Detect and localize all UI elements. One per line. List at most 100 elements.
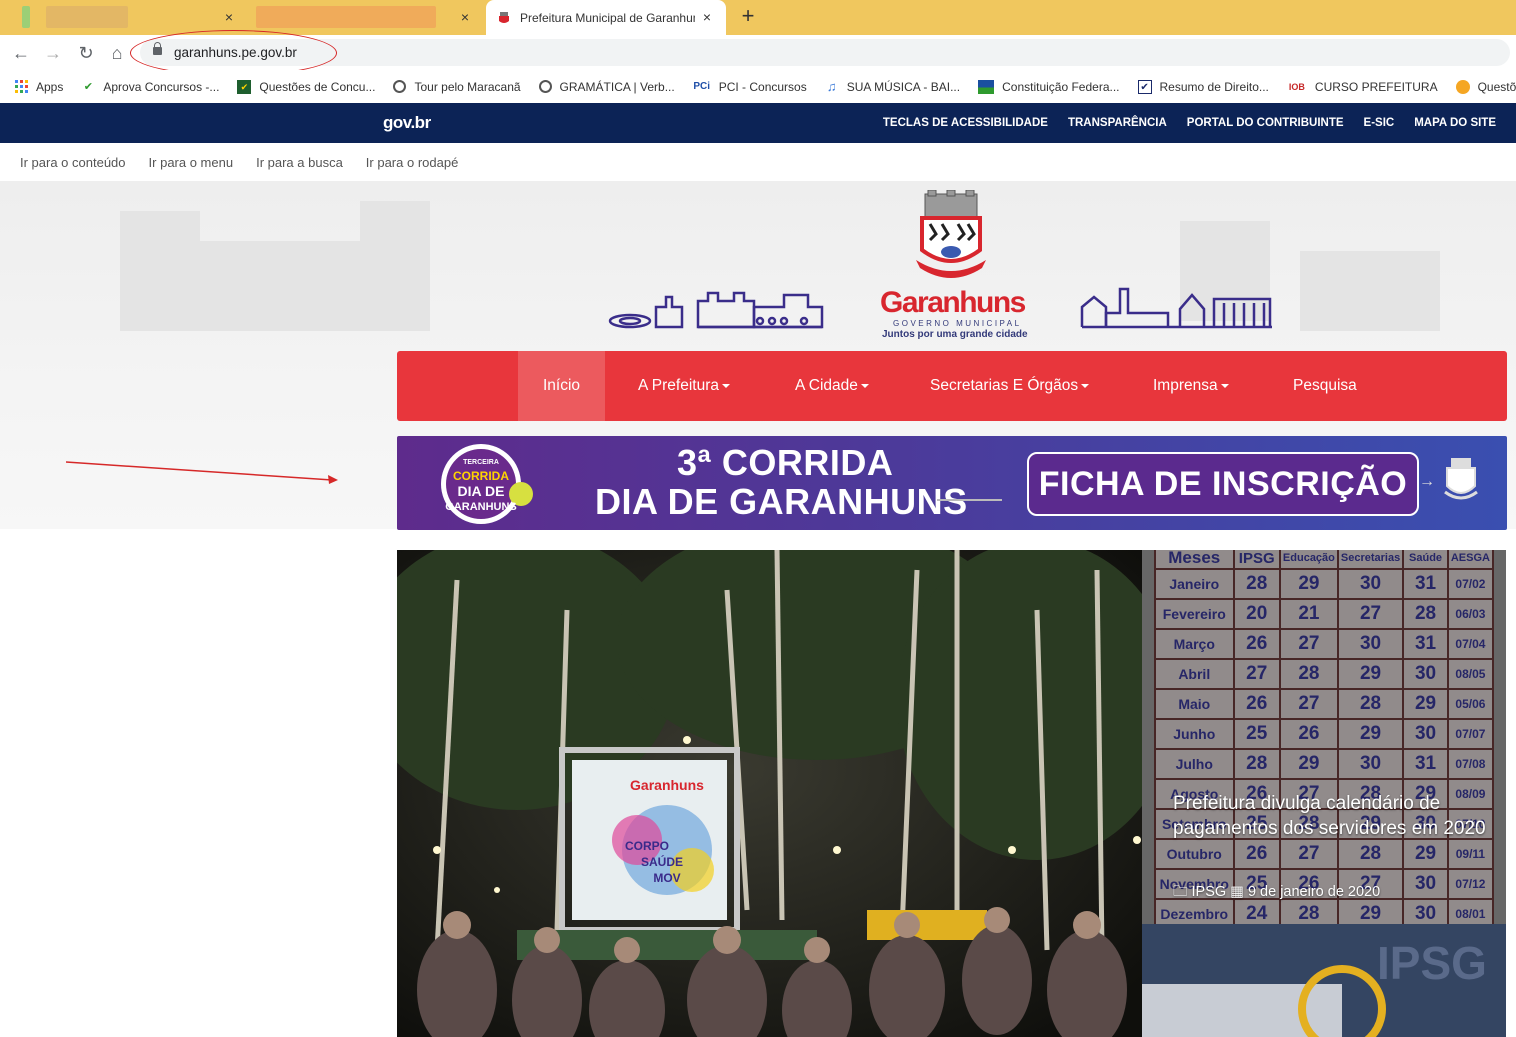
caret-down-icon [1220,383,1229,388]
tab-title: Prefeitura Municipal de Garanhuns [520,10,695,25]
gov-links: TECLAS DE ACESSIBILIDADE TRANSPARÊNCIA P… [883,117,1496,129]
caret-down-icon [722,383,730,388]
browser-tab-active[interactable]: Prefeitura Municipal de Garanhuns × [486,0,726,35]
back-button[interactable]: ← [9,41,33,65]
side-news-meta: 🗀 IPSG ▦ 9 de janeiro de 2020 [1173,881,1380,906]
bookmark-item[interactable]: GRAMÁTICA | Verb... [538,79,675,94]
menu-item-secretarias[interactable]: Secretarias E Órgãos [930,351,1090,421]
bookmark-label: Aprova Concursos -... [103,79,220,94]
bookmark-item[interactable]: ✔ Questões de Concu... [237,79,376,94]
globe-icon [538,80,552,93]
featured-news-image[interactable]: Garanhuns CORPO SAÚDE MOV [397,550,1142,1037]
side-news-title[interactable]: Prefeitura divulga calendário de pagamen… [1173,791,1493,841]
bookmark-label: Tour pelo Maracanã [414,79,521,94]
flag-icon [978,79,995,94]
logo-slogan: Juntos por uma grande cidade [882,329,1028,340]
banner-title-line1: 3ª CORRIDA [677,442,894,483]
close-tab-icon[interactable]: × [698,8,716,26]
photo-backdrop-text-1: Garanhuns [630,777,704,793]
menu-label: Pesquisa [1293,377,1357,394]
bookmark-item[interactable]: PCi PCI - Concursos [693,79,807,94]
corrida-logo-text-1: TERCEIRA [463,459,499,466]
logo-subtitle: GOVERNO MUNICIPAL [893,319,1022,328]
bookmark-label: Resumo de Direito... [1159,79,1269,94]
skip-link-content[interactable]: Ir para o conteúdo [20,155,126,170]
ipsg-sign-text: IPSG [1377,937,1487,989]
govbr-logo[interactable]: gov.br [383,113,431,133]
skip-link-menu[interactable]: Ir para o menu [149,155,234,170]
reload-button[interactable]: ↻ [74,41,98,65]
gov-link-portal-contribuinte[interactable]: PORTAL DO CONTRIBUINTE [1187,117,1344,129]
menu-item-cidade[interactable]: A Cidade [795,351,869,421]
news-date: 9 de janeiro de 2020 [1247,884,1381,900]
close-tab-icon[interactable]: × [456,8,474,26]
garanhuns-favicon-icon [498,11,510,25]
blurred-tab-title [46,6,128,28]
home-button[interactable]: ⌂ [105,41,129,65]
bookmark-item[interactable]: Questões e p [1455,79,1516,94]
corrida-logo-text-4: GARANHUNS [445,501,517,513]
bookmark-item[interactable]: ✔ Resumo de Direito... [1137,79,1269,94]
gov-link-esic[interactable]: E-SIC [1364,117,1395,129]
landmarks-left-icon [608,291,824,329]
bookmark-label: SUA MÚSICA - BAI... [846,79,961,94]
pci-icon: PCi [693,80,711,92]
menu-label: Imprensa [1153,377,1218,394]
corrida-logo-text-3: DIA DE [458,483,505,499]
gov-link-transparencia[interactable]: TRANSPARÊNCIA [1068,117,1167,129]
music-icon: ♫ [826,78,837,94]
skip-link-footer[interactable]: Ir para o rodapé [366,155,459,170]
omnibox[interactable]: garanhuns.pe.gov.br [140,39,1510,66]
ficha-inscricao-button[interactable]: FICHA DE INSCRIÇÃO [1027,452,1419,516]
side-news-card[interactable]: Meses IPSG Educação Secretarias Saúde AE… [1142,550,1506,924]
bookmark-label: Questões de Concu... [259,79,376,94]
forward-button[interactable]: → [41,41,65,65]
menu-label: A Prefeitura [638,377,719,394]
bookmark-item[interactable]: ✔ Aprova Concursos -... [81,79,220,94]
calendar-icon: ▦ [1230,884,1244,900]
bookmark-label: Constituição Federa... [1002,79,1120,94]
menu-item-prefeitura[interactable]: A Prefeitura [638,351,730,421]
caret-down-icon [1081,383,1090,388]
banner-title-line2: DIA DE GARANHUNS [595,481,968,522]
close-tab-icon[interactable]: × [220,8,238,26]
bookmark-item[interactable]: IOB CURSO PREFEITURA [1287,80,1438,94]
arrow-right-icon: → [1419,473,1435,490]
skip-links: Ir para o conteúdo Ir para o menu Ir par… [0,143,1516,181]
bookmark-label: PCI - Concursos [718,79,807,94]
check-icon: ✔ [1137,79,1152,94]
menu-item-pesquisa[interactable]: Pesquisa [1293,351,1357,421]
browser-tab-2[interactable]: × [248,0,484,35]
caret-down-icon [860,383,869,388]
main-menu: Início A Prefeitura A Cidade Secretarias… [397,351,1507,421]
news-category[interactable]: IPSG [1192,884,1227,900]
menu-item-imprensa[interactable]: Imprensa [1153,351,1229,421]
menu-item-inicio[interactable]: Início [518,351,606,421]
side-news-card-2[interactable]: IPSG [1142,924,1506,1037]
banner-divider [937,499,1002,501]
bookmark-label: CURSO PREFEITURA [1314,79,1438,94]
bookmark-item[interactable]: Tour pelo Maracanã [393,79,521,94]
gov-link-mapa-site[interactable]: MAPA DO SITE [1414,117,1496,129]
ipsg-building-photo: IPSG [1142,924,1506,1037]
corrida-logo: TERCEIRA CORRIDA DIA DE GARANHUNS [441,444,533,524]
apps-grid-icon [14,79,28,94]
bookmark-item[interactable]: ♫ SUA MÚSICA - BAI... [825,78,961,94]
bookmark-item[interactable]: Constituição Federa... [978,79,1120,94]
bookmark-label: Apps [36,79,64,94]
page-background [0,529,397,1037]
bookmark-label: GRAMÁTICA | Verb... [559,79,675,94]
gov-link-acessibilidade[interactable]: TECLAS DE ACESSIBILIDADE [883,117,1048,129]
annotation-arrow [66,461,338,484]
qc-icon: ✔ [237,79,252,94]
new-tab-button[interactable]: + [736,5,760,29]
landmarks-right-icon [1080,287,1272,329]
bookmarks-bar: Apps ✔ Aprova Concursos -... ✔ Questões … [0,70,1516,103]
photo-backdrop-text-2: CORPO [625,839,669,853]
logo-wordmark: Garanhuns [880,286,1026,319]
skip-link-search[interactable]: Ir para a busca [256,155,343,170]
blurred-tab-title [256,6,436,28]
bookmark-item[interactable]: Apps [14,79,64,94]
menu-label: A Cidade [795,377,858,394]
corrida-banner[interactable]: TERCEIRA CORRIDA DIA DE GARANHUNS 3ª COR… [397,436,1507,530]
